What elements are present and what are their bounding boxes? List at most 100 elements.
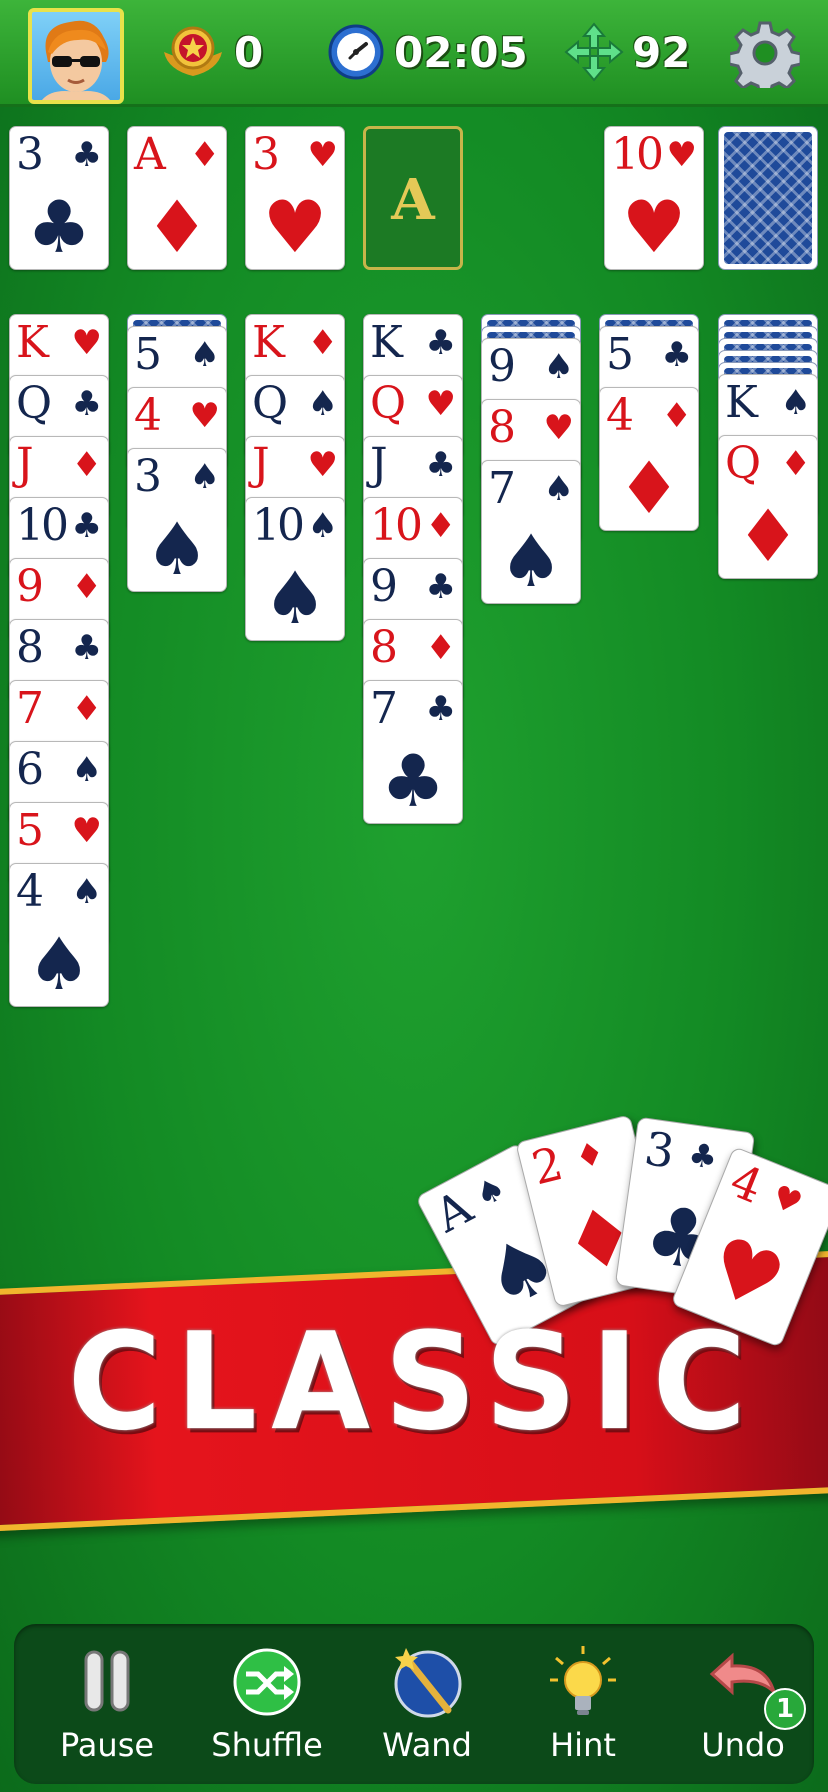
card-rank: 10 — [370, 500, 423, 551]
score-stat: 0 — [160, 22, 263, 82]
top-bar: 0 02:05 92 — [0, 0, 828, 107]
card-suit: ♥ — [307, 445, 338, 485]
card-suit: ♦ — [71, 445, 102, 485]
card-rank: J — [16, 439, 34, 490]
card-rank: K — [370, 317, 403, 368]
card-rank: 5 — [134, 329, 162, 380]
lightbulb-icon — [550, 1646, 616, 1715]
playing-card[interactable]: 10 ♠ ♠ — [245, 497, 345, 641]
card-suit: ♥ — [766, 1176, 808, 1223]
card-suit: ♦ — [71, 567, 102, 607]
card-rank: 9 — [16, 561, 44, 612]
medal-icon — [164, 26, 222, 76]
card-suit-large: ♦ — [144, 185, 210, 269]
card-suit: ♣ — [425, 445, 456, 485]
card-suit-large: ♠ — [26, 922, 92, 1006]
card-rank: Q — [252, 378, 288, 429]
playing-card[interactable]: 7 ♣ ♣ — [363, 680, 463, 824]
foundation-card[interactable]: 3 ♥ ♥ — [245, 126, 345, 270]
shuffle-label: Shuffle — [211, 1726, 323, 1764]
card-rank: 10 — [611, 129, 664, 180]
wand-label: Wand — [382, 1726, 472, 1764]
waste-card[interactable]: 10 ♥ ♥ — [604, 126, 704, 270]
card-suit: ♦ — [307, 323, 338, 363]
card-suit: ♥ — [543, 408, 574, 448]
foundation-card[interactable]: 3 ♣ ♣ — [9, 126, 109, 270]
card-rank: 10 — [16, 500, 69, 551]
card-suit: ♣ — [71, 384, 102, 424]
shuffle-button[interactable]: Shuffle — [192, 1644, 342, 1774]
moves-stat: 92 — [564, 22, 690, 82]
wand-button[interactable]: Wand — [352, 1644, 502, 1774]
card-suit: ♦ — [425, 506, 456, 546]
settings-button[interactable] — [727, 18, 803, 97]
card-suit: ♠ — [543, 347, 574, 387]
card-rank: Q — [16, 378, 52, 429]
card-rank: 8 — [16, 622, 44, 673]
card-suit: ♦ — [189, 135, 220, 175]
playing-card[interactable]: 4 ♦ ♦ — [599, 387, 699, 531]
card-suit-large: ♠ — [144, 507, 210, 591]
card-rank: A — [134, 129, 166, 180]
card-rank: 5 — [16, 805, 44, 856]
card-rank: 3 — [134, 451, 162, 502]
card-rank: 4 — [134, 390, 162, 441]
banner-title: CLASSIC — [67, 1304, 761, 1461]
card-suit: ♠ — [71, 872, 102, 912]
card-suit: ♥ — [307, 135, 338, 175]
card-rank: J — [252, 439, 270, 490]
card-suit: ♥ — [425, 384, 456, 424]
playing-card[interactable]: Q ♦ ♦ — [718, 435, 818, 579]
card-rank: Q — [370, 378, 406, 429]
card-suit: ♠ — [307, 506, 338, 546]
card-rank: 8 — [370, 622, 398, 673]
card-rank: K — [16, 317, 49, 368]
foundation-slot-empty[interactable]: A — [363, 126, 463, 270]
card-rank: 3 — [16, 129, 44, 180]
card-rank: 9 — [370, 561, 398, 612]
card-suit: ♠ — [189, 457, 220, 497]
card-rank: K — [725, 377, 758, 428]
card-suit: ♣ — [71, 135, 102, 175]
shuffle-icon — [233, 1648, 301, 1716]
playing-card[interactable]: 7 ♠ ♠ — [481, 460, 581, 604]
card-rank: 3 — [252, 129, 280, 180]
card-suit-large: ♠ — [498, 519, 564, 603]
card-suit: ♠ — [189, 335, 220, 375]
card-suit: ♣ — [425, 567, 456, 607]
card-suit: ♦ — [571, 1133, 609, 1178]
undo-button[interactable]: 1 Undo — [668, 1644, 818, 1774]
card-suit-large: ♣ — [380, 739, 446, 823]
pause-button[interactable]: Pause — [32, 1644, 182, 1774]
stopwatch-icon — [328, 24, 384, 80]
card-suit-large: ♦ — [735, 494, 801, 578]
card-suit: ♦ — [425, 628, 456, 668]
card-rank: 4 — [16, 866, 44, 917]
card-suit: ♣ — [686, 1135, 720, 1177]
card-rank: 4 — [722, 1152, 771, 1215]
card-rank: 6 — [16, 744, 44, 795]
foundation-slot-label: A — [391, 167, 435, 233]
card-suit: ♣ — [661, 335, 692, 375]
undo-count-badge: 1 — [764, 1688, 806, 1730]
card-rank: 5 — [606, 329, 634, 380]
move-arrows-icon — [564, 22, 624, 82]
hint-label: Hint — [550, 1726, 616, 1764]
playing-card[interactable]: 3 ♠ ♠ — [127, 448, 227, 592]
foundation-card[interactable]: A ♦ ♦ — [127, 126, 227, 270]
stock-pile[interactable] — [718, 126, 818, 270]
player-avatar[interactable] — [28, 8, 124, 104]
card-suit-large: ♥ — [262, 185, 328, 269]
card-rank: 9 — [488, 341, 516, 392]
card-suit: ♦ — [780, 444, 811, 484]
card-suit: ♠ — [307, 384, 338, 424]
card-rank: 10 — [252, 500, 305, 551]
card-suit-large: ♥ — [621, 185, 687, 269]
card-suit: ♠ — [71, 750, 102, 790]
card-suit: ♥ — [189, 396, 220, 436]
card-rank: Q — [725, 438, 761, 489]
card-suit: ♠ — [543, 469, 574, 509]
avatar-face-icon — [42, 20, 110, 100]
hint-button[interactable]: Hint — [508, 1644, 658, 1774]
playing-card[interactable]: 4 ♠ ♠ — [9, 863, 109, 1007]
